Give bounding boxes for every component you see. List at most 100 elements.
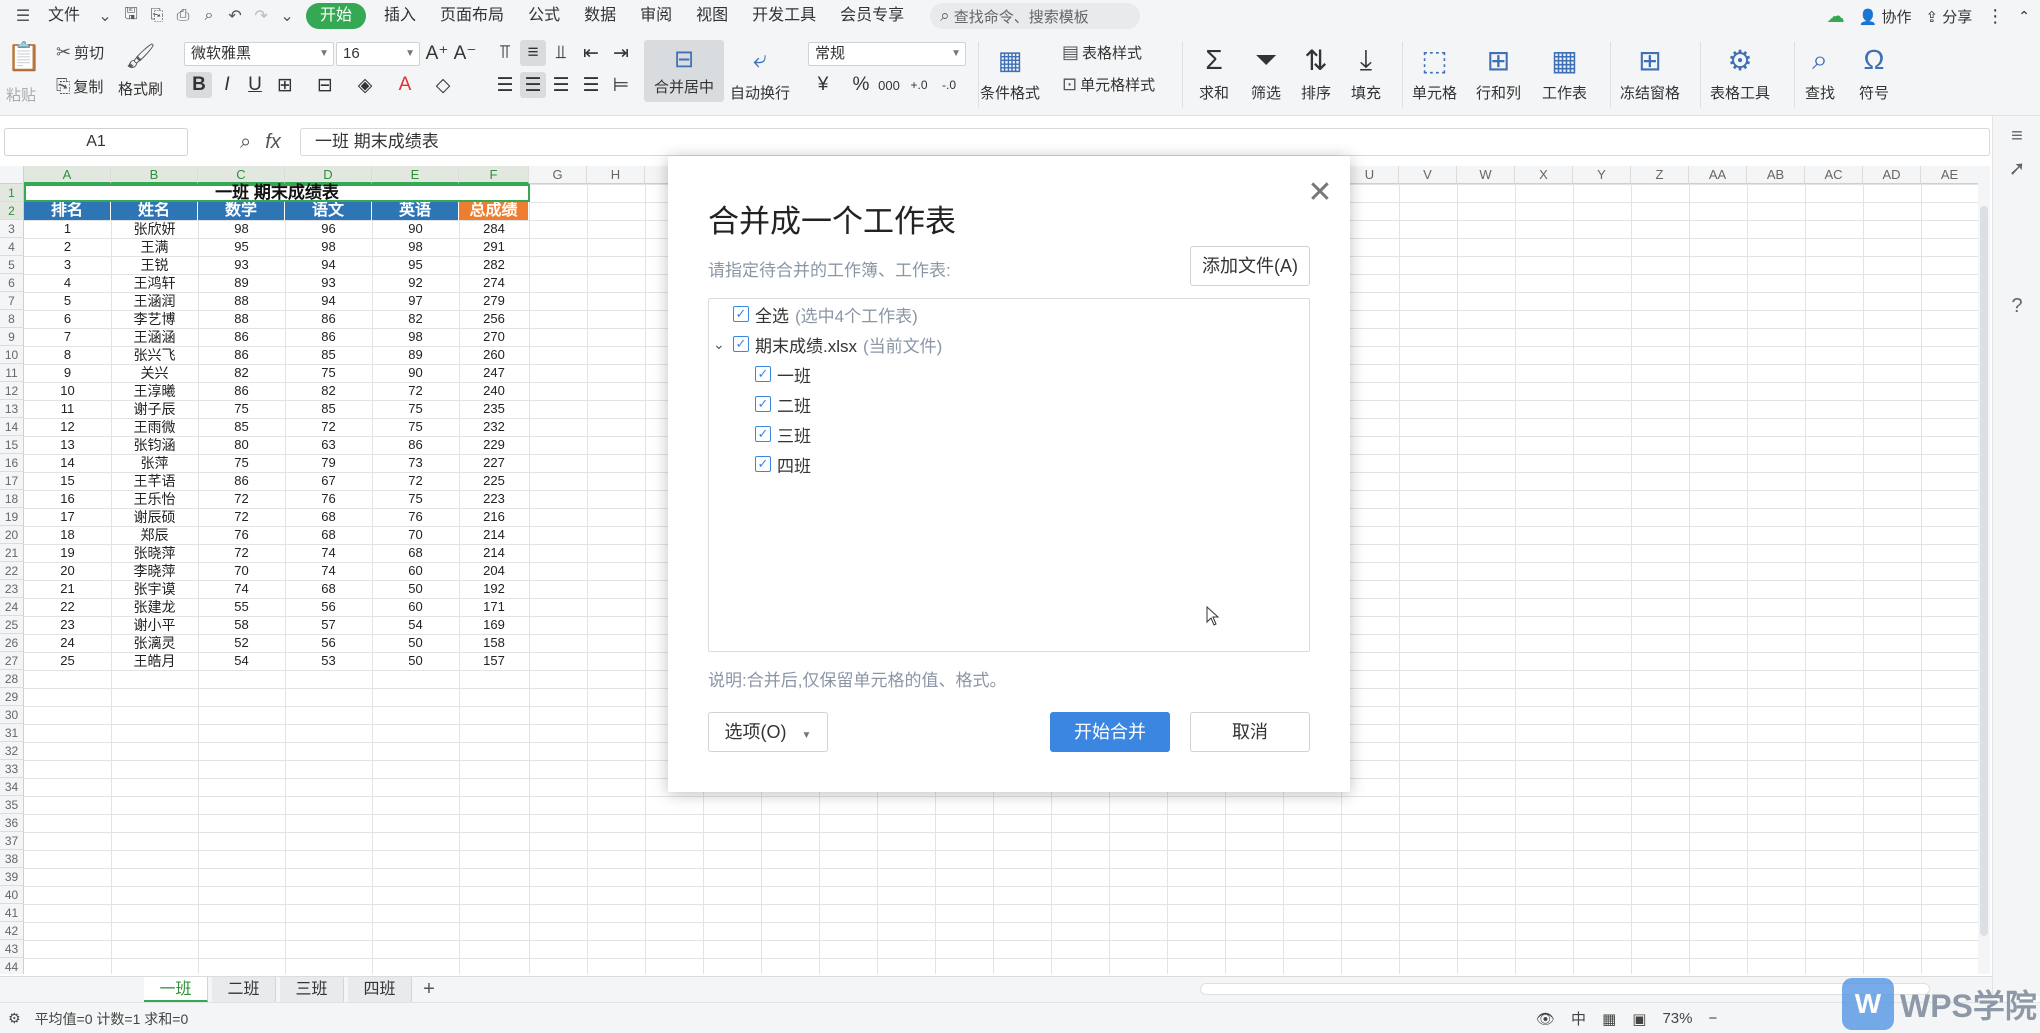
- table-cell[interactable]: 235: [459, 400, 529, 418]
- italic-button[interactable]: I: [214, 72, 240, 98]
- row-header[interactable]: 1: [0, 184, 24, 202]
- align-top-icon[interactable]: ⫪: [492, 40, 518, 66]
- column-title-cell[interactable]: 英语: [372, 202, 459, 220]
- row-header[interactable]: 14: [0, 418, 24, 436]
- table-cell[interactable]: 282: [459, 256, 529, 274]
- table-cell[interactable]: 张兴飞: [111, 346, 198, 364]
- table-cell[interactable]: 王锐: [111, 256, 198, 274]
- table-cell[interactable]: 97: [372, 292, 459, 310]
- command-search[interactable]: ⌕ 查找命令、搜索模板: [930, 3, 1141, 29]
- column-header[interactable]: H: [587, 166, 645, 184]
- table-cell[interactable]: 90: [372, 220, 459, 238]
- table-cell[interactable]: 88: [198, 292, 285, 310]
- cut-button[interactable]: ✂ 剪切: [56, 42, 104, 63]
- table-cell[interactable]: 73: [372, 454, 459, 472]
- column-header[interactable]: X: [1515, 166, 1573, 184]
- row-header[interactable]: 18: [0, 490, 24, 508]
- table-cell[interactable]: 74: [198, 580, 285, 598]
- worksheet-button[interactable]: ▦ 工作表: [1542, 42, 1587, 103]
- align-left-icon[interactable]: ☰: [492, 72, 518, 98]
- table-cell[interactable]: 82: [285, 382, 372, 400]
- filter-button[interactable]: ⏷ 筛选: [1248, 42, 1284, 103]
- add-file-button[interactable]: 添加文件(A): [1190, 246, 1310, 286]
- paste-label[interactable]: 粘贴: [6, 84, 36, 105]
- table-cell[interactable]: 158: [459, 634, 529, 652]
- row-header[interactable]: 29: [0, 688, 24, 706]
- table-cell[interactable]: 17: [24, 508, 111, 526]
- table-cell[interactable]: 王淳曦: [111, 382, 198, 400]
- column-header[interactable]: G: [529, 166, 587, 184]
- clear-format-icon[interactable]: ◇: [430, 72, 456, 98]
- table-cell[interactable]: 98: [372, 328, 459, 346]
- table-cell[interactable]: 92: [372, 274, 459, 292]
- row-header[interactable]: 2: [0, 202, 24, 220]
- cell-format-icon[interactable]: ⊟: [312, 72, 338, 98]
- vertical-scrollbar[interactable]: [1978, 166, 1990, 974]
- table-cell[interactable]: 75: [372, 490, 459, 508]
- table-cell[interactable]: 95: [372, 256, 459, 274]
- column-header[interactable]: B: [111, 166, 198, 184]
- sheet-checkbox-4[interactable]: ✓: [755, 456, 771, 472]
- table-cell[interactable]: 72: [372, 472, 459, 490]
- table-cell[interactable]: 57: [285, 616, 372, 634]
- sum-button[interactable]: Σ 求和: [1196, 42, 1232, 103]
- column-title-cell[interactable]: 数学: [198, 202, 285, 220]
- chevron-down-icon[interactable]: ⌄: [92, 3, 118, 29]
- table-cell[interactable]: 53: [285, 652, 372, 670]
- table-cell[interactable]: 95: [198, 238, 285, 256]
- table-cell[interactable]: 240: [459, 382, 529, 400]
- row-header[interactable]: 38: [0, 850, 24, 868]
- column-header[interactable]: AA: [1689, 166, 1747, 184]
- table-cell[interactable]: 谢子辰: [111, 400, 198, 418]
- row-header[interactable]: 8: [0, 310, 24, 328]
- print-icon[interactable]: ⎙: [170, 3, 196, 29]
- row-header[interactable]: 34: [0, 778, 24, 796]
- table-cell[interactable]: 7: [24, 328, 111, 346]
- eye-protection-icon[interactable]: 👁: [1536, 1010, 1555, 1028]
- add-sheet-icon[interactable]: +: [416, 977, 442, 1002]
- merge-center-button[interactable]: ⊟ 合并居中: [644, 40, 724, 102]
- table-cell[interactable]: 229: [459, 436, 529, 454]
- table-cell[interactable]: 68: [285, 526, 372, 544]
- format-painter-button[interactable]: 🖌 格式刷: [118, 38, 163, 99]
- table-cell[interactable]: 86: [285, 310, 372, 328]
- column-header[interactable]: AD: [1863, 166, 1921, 184]
- table-cell[interactable]: 171: [459, 598, 529, 616]
- zoom-formula-icon[interactable]: ⌕: [240, 131, 251, 154]
- table-cell[interactable]: 王涵涵: [111, 328, 198, 346]
- select-all-checkbox[interactable]: ✓: [733, 306, 749, 322]
- table-cell[interactable]: 284: [459, 220, 529, 238]
- zoom-out-icon[interactable]: −: [1708, 1010, 1717, 1027]
- start-merge-button[interactable]: 开始合并: [1050, 712, 1170, 752]
- column-header[interactable]: C: [198, 166, 285, 184]
- select-all-corner[interactable]: [0, 166, 24, 184]
- table-cell[interactable]: 232: [459, 418, 529, 436]
- table-cell[interactable]: 85: [198, 418, 285, 436]
- share-button[interactable]: ⇪ 分享: [1926, 6, 1973, 27]
- tab-page-layout[interactable]: 页面布局: [428, 0, 516, 32]
- table-cell[interactable]: 82: [198, 364, 285, 382]
- row-header[interactable]: 19: [0, 508, 24, 526]
- row-header[interactable]: 5: [0, 256, 24, 274]
- zoom-level[interactable]: 73%: [1662, 1010, 1692, 1027]
- table-cell[interactable]: 93: [285, 274, 372, 292]
- symbol-button[interactable]: Ω 符号: [1856, 42, 1892, 103]
- table-cell[interactable]: 86: [198, 382, 285, 400]
- column-header[interactable]: F: [459, 166, 529, 184]
- percent-icon[interactable]: %: [848, 72, 874, 98]
- table-cell[interactable]: 13: [24, 436, 111, 454]
- align-bottom-icon[interactable]: ⫫: [548, 40, 574, 66]
- column-header[interactable]: AB: [1747, 166, 1805, 184]
- paste-button[interactable]: 📋: [6, 38, 42, 74]
- row-header[interactable]: 30: [0, 706, 24, 724]
- thousands-icon[interactable]: 000: [876, 72, 902, 98]
- table-cell[interactable]: 260: [459, 346, 529, 364]
- cloud-sync-icon[interactable]: ☁: [1827, 6, 1845, 27]
- justify-icon[interactable]: ☰: [578, 72, 604, 98]
- row-header[interactable]: 43: [0, 940, 24, 958]
- table-cell[interactable]: 225: [459, 472, 529, 490]
- table-cell[interactable]: 19: [24, 544, 111, 562]
- hamburger-menu-icon[interactable]: ☰: [10, 3, 36, 29]
- align-right-icon[interactable]: ☰: [548, 72, 574, 98]
- freeze-panes-button[interactable]: ⊞ 冻结窗格: [1620, 42, 1680, 103]
